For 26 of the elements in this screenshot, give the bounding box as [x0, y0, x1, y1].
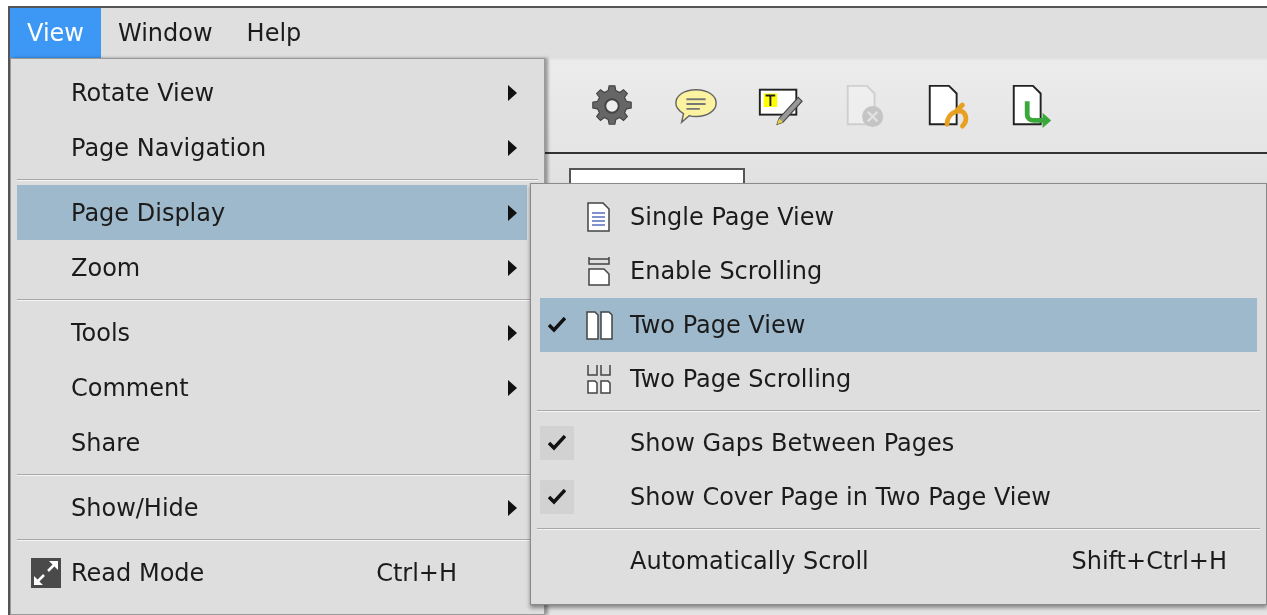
- menu-item[interactable]: Show/Hide: [17, 480, 527, 535]
- menu-item[interactable]: Enable Scrolling: [540, 244, 1257, 298]
- check-icon: [548, 435, 566, 451]
- menu-item[interactable]: Rotate View: [17, 65, 527, 120]
- expand-icon: [31, 557, 61, 588]
- menu-item[interactable]: Tools: [17, 305, 527, 360]
- four-pages-icon: [585, 363, 613, 395]
- menu-item[interactable]: Page Display: [17, 185, 527, 240]
- menu-item[interactable]: Show Gaps Between Pages: [540, 416, 1257, 470]
- menu-item[interactable]: Zoom: [17, 240, 527, 295]
- menu-item[interactable]: Two Page View: [540, 298, 1257, 352]
- check-icon: [548, 489, 566, 505]
- scrolling-pages-icon: [585, 255, 613, 287]
- menu-item[interactable]: Single Page View: [540, 190, 1257, 244]
- menu-item[interactable]: Two Page Scrolling: [540, 352, 1257, 406]
- menu-item[interactable]: Share: [17, 415, 527, 470]
- menu-item[interactable]: Comment: [17, 360, 527, 415]
- single-page-icon: [585, 201, 613, 233]
- two-pages-icon: [585, 309, 613, 341]
- menu-item[interactable]: Show Cover Page in Two Page View: [540, 470, 1257, 524]
- menu-bar-item[interactable]: Help: [229, 8, 319, 58]
- menu-item[interactable]: Read Mode Ctrl+H: [17, 545, 527, 600]
- menu-item[interactable]: Automatically Scroll Shift+Ctrl+H: [540, 534, 1257, 588]
- check-icon: [548, 317, 566, 333]
- menu-item[interactable]: Page Navigation: [17, 120, 527, 175]
- menu-bar-item[interactable]: Window: [100, 8, 230, 58]
